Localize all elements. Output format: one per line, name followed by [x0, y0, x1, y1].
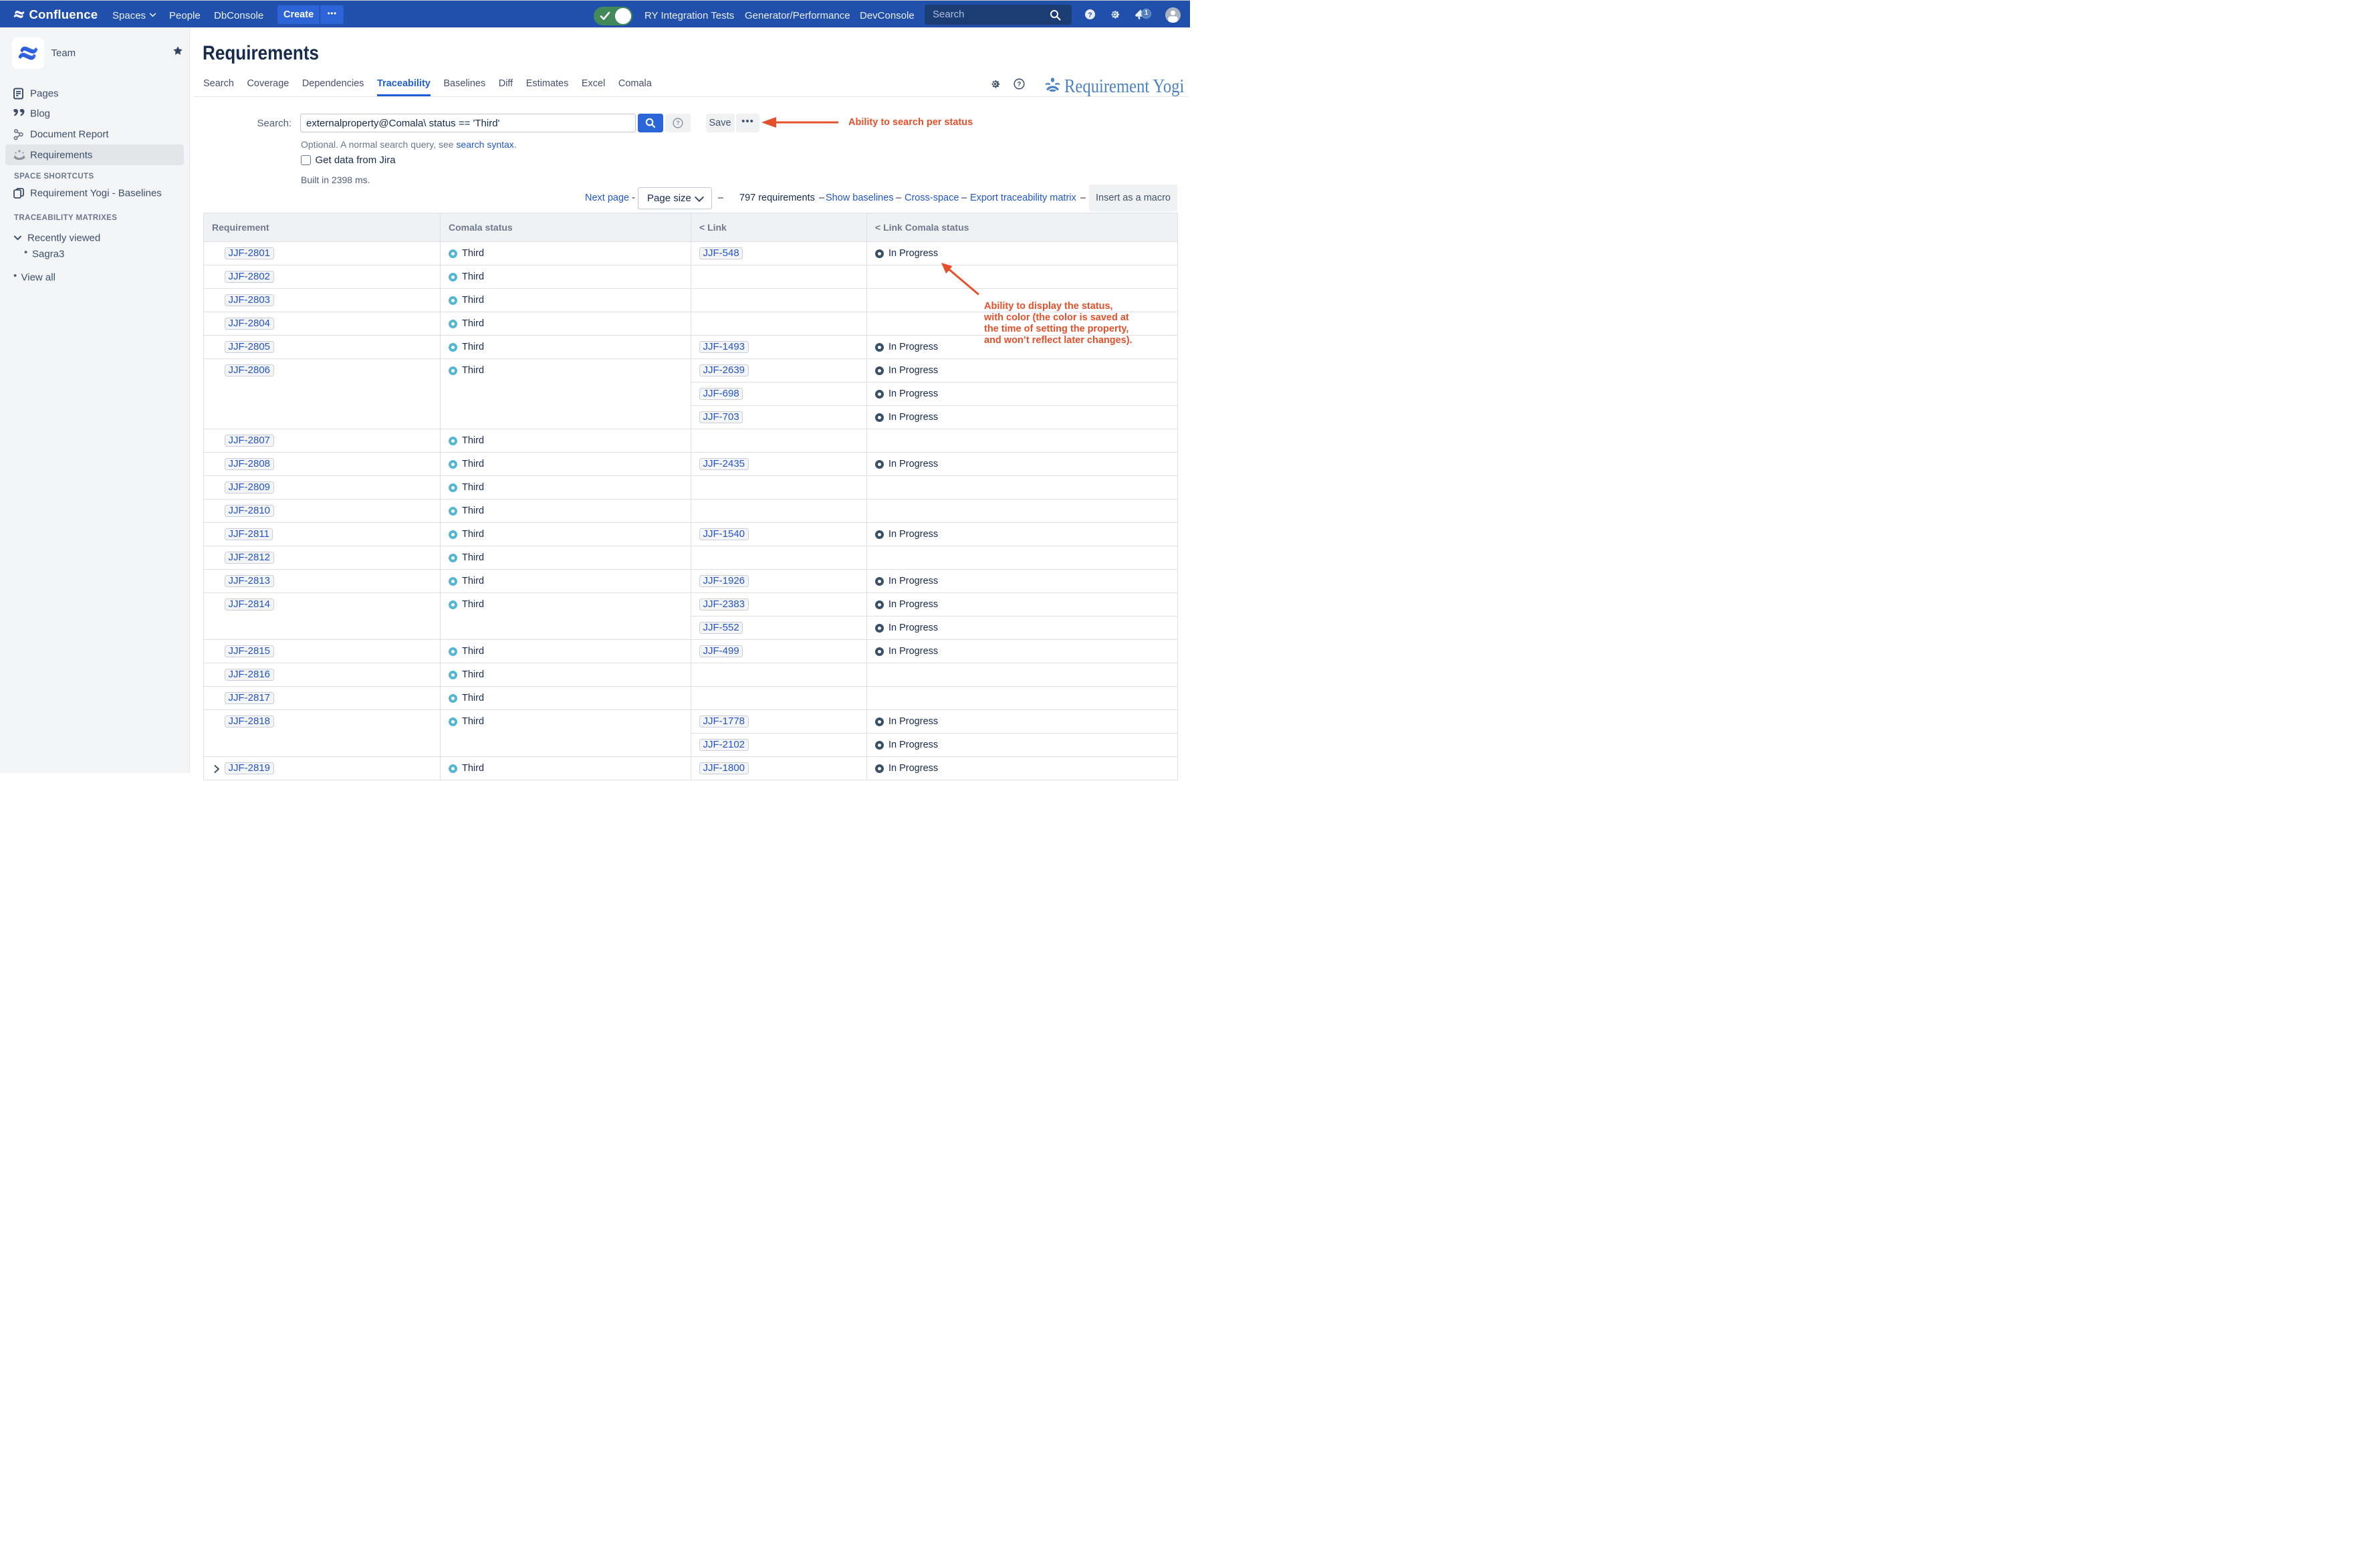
svg-text:?: ?	[1018, 81, 1022, 88]
svg-text:?: ?	[676, 120, 680, 126]
svg-text:?: ?	[1088, 11, 1092, 19]
